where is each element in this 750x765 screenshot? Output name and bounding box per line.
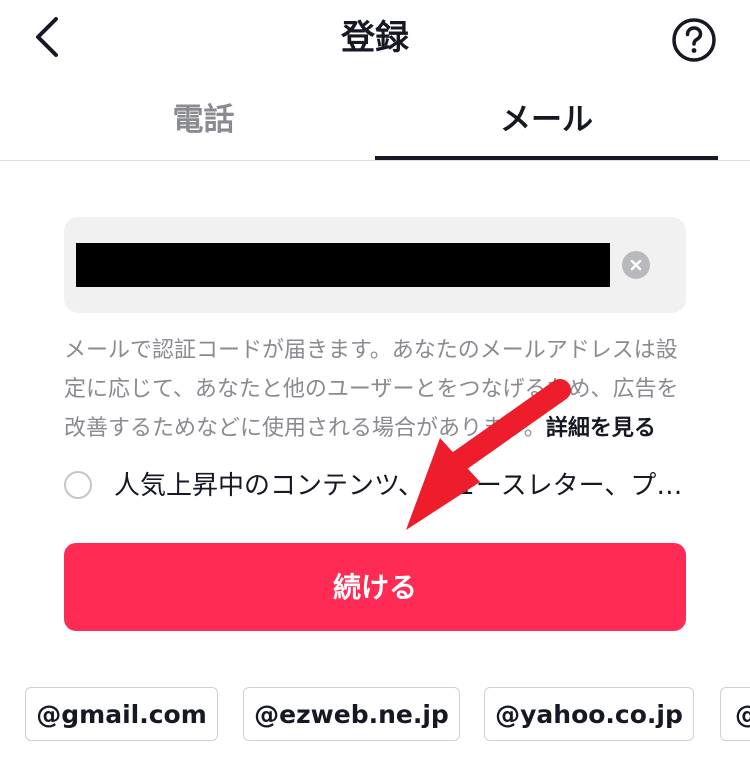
email-domain-suggestions: @gmail.com @ezweb.ne.jp @yahoo.co.jp @ [0, 687, 750, 743]
email-field[interactable] [76, 243, 610, 287]
tab-phone[interactable]: 電話 [32, 80, 375, 160]
close-icon [630, 259, 642, 271]
help-circle-icon [672, 18, 716, 62]
clear-input-button[interactable] [622, 251, 650, 279]
domain-chip-ezweb[interactable]: @ezweb.ne.jp [243, 687, 460, 741]
tab-email[interactable]: メール [375, 80, 718, 160]
domain-chip-more[interactable]: @ [720, 687, 750, 741]
consent-label: 人気上昇中のコンテンツ、ニュースレター、プロモーション、おすすめ情報を受け取る [114, 471, 684, 501]
email-input-container [64, 217, 686, 313]
privacy-notice: メールで認証コードが届きます。あなたのメールアドレスは設定に応じて、あなたと他の… [64, 331, 688, 448]
tab-bar: 電話 メール [0, 80, 750, 161]
domain-chip-yahoo[interactable]: @yahoo.co.jp [484, 687, 694, 741]
header: 登録 [0, 0, 750, 80]
continue-button[interactable]: 続ける [64, 543, 686, 631]
consent-radio[interactable] [64, 471, 92, 499]
page-title: 登録 [341, 18, 409, 58]
marketing-consent-row[interactable]: 人気上昇中のコンテンツ、ニュースレター、プロモーション、おすすめ情報を受け取る [64, 464, 686, 508]
learn-more-link[interactable]: 詳細を見る [546, 416, 656, 441]
domain-chip-gmail[interactable]: @gmail.com [25, 687, 218, 741]
active-tab-indicator [375, 156, 718, 160]
help-button[interactable] [668, 14, 720, 66]
